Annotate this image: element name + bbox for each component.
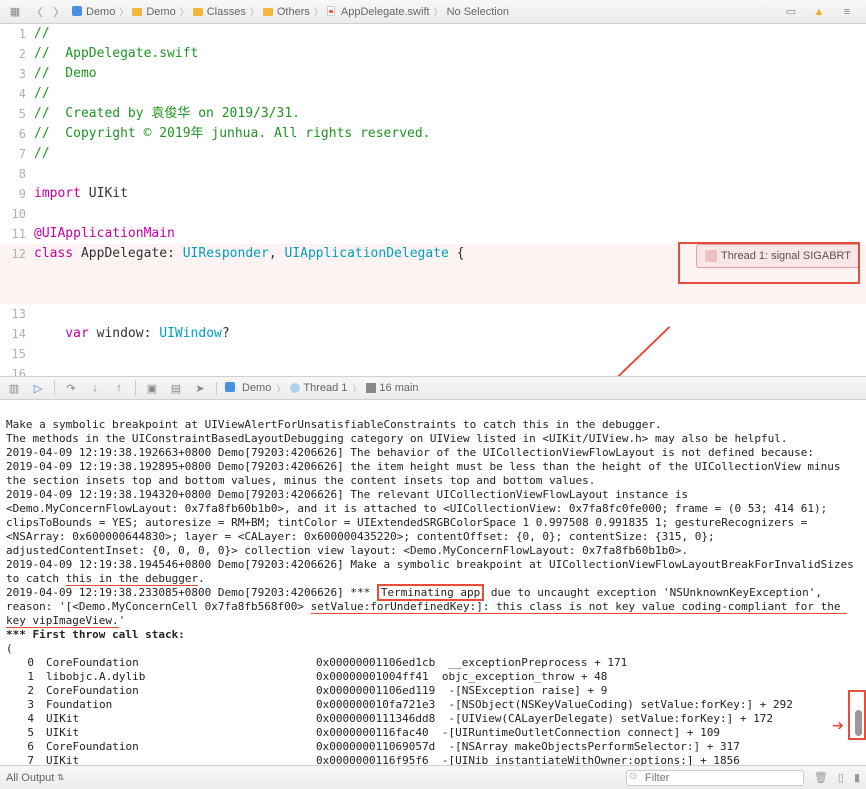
error-label: Thread 1: signal SIGABRT <box>721 246 851 266</box>
debug-thread[interactable]: Thread 1 <box>303 382 347 394</box>
breadcrumb[interactable]: Demo 〉 Demo 〉 Classes 〉 Others 〉 AppDele… <box>72 5 782 18</box>
debug-frame[interactable]: 16 main <box>379 382 418 394</box>
memory-icon[interactable]: ▤ <box>168 380 184 396</box>
console-line: The methods in the UIConstraintBasedLayo… <box>6 432 787 445</box>
error-badge[interactable]: Thread 1: signal SIGABRT <box>696 244 860 268</box>
debug-target[interactable]: Demo <box>242 382 271 394</box>
breadcrumb-item[interactable]: Demo <box>72 6 115 18</box>
breadcrumb-item[interactable]: Demo <box>132 6 175 18</box>
chevron-right-icon: 〉 <box>434 5 443 18</box>
toggle-debug-icon[interactable]: ▥ <box>6 380 22 396</box>
stack-row: 5UIKit0x0000000116fac40 -[UIRuntimeOutle… <box>6 726 860 740</box>
console-line: Make a symbolic breakpoint at UIViewAler… <box>6 418 662 431</box>
console-line: 2019-04-09 12:19:38.194546+0800 Demo[792… <box>6 558 860 586</box>
filter-input[interactable] <box>626 770 804 786</box>
breadcrumb-item[interactable]: No Selection <box>447 6 509 18</box>
breadcrumb-label: Demo <box>146 6 175 18</box>
breadcrumb-label: Classes <box>207 6 246 18</box>
debug-toolbar: ▥ ▷ ↷ ↓ ↑ ▣ ▤ ➤ Demo 〉 Thread 1 〉 16 mai… <box>0 376 866 400</box>
chevron-right-icon: 〉 <box>250 5 259 18</box>
thread-icon <box>290 383 300 393</box>
trash-icon[interactable]: 🗑 <box>814 771 828 784</box>
counterpart-icon[interactable]: ▭ <box>782 3 800 21</box>
code-editor[interactable]: 1// 2// AppDelegate.swift 3// Demo 4// 5… <box>0 24 866 376</box>
console-line: 2019-04-09 12:19:38.192663+0800 Demo[792… <box>6 446 814 459</box>
frame-icon <box>366 383 376 393</box>
editor-toolbar: ▦ 〈 〉 Demo 〉 Demo 〉 Classes 〉 Others 〉 A… <box>0 0 866 24</box>
stack-row: 2CoreFoundation0x00000001106ed119 -[NSEx… <box>6 684 860 698</box>
breadcrumb-label: No Selection <box>447 6 509 18</box>
filter-icon: ⊙ <box>629 771 637 782</box>
stack-trace: 0CoreFoundation0x00000001106ed1cb __exce… <box>6 656 860 765</box>
continue-icon[interactable]: ▷ <box>30 380 46 396</box>
forward-icon[interactable]: 〉 <box>50 3 68 21</box>
view-debug-icon[interactable]: ▣ <box>144 380 160 396</box>
step-into-icon[interactable]: ↓ <box>87 380 103 396</box>
stack-row: 1libobjc.A.dylib0x00000001004ff41 objc_e… <box>6 670 860 684</box>
breadcrumb-item[interactable]: AppDelegate.swift <box>327 6 430 18</box>
stack-row: 7UIKit0x0000000116f95f6 -[UINib instanti… <box>6 754 860 765</box>
chevron-right-icon: 〉 <box>119 5 128 18</box>
output-filter-select[interactable]: All Output ⇅ <box>6 772 64 784</box>
outline-icon[interactable]: ≡ <box>838 3 856 21</box>
annotation-arrow: ➔ <box>832 718 844 732</box>
stack-row: 6CoreFoundation0x000000011069057d -[NSAr… <box>6 740 860 754</box>
console-line: 2019-04-09 12:19:38.194320+0800 Demo[792… <box>6 488 834 557</box>
panel-right-icon[interactable]: ▮ <box>854 771 860 784</box>
step-over-icon[interactable]: ↷ <box>63 380 79 396</box>
step-out-icon[interactable]: ↑ <box>111 380 127 396</box>
updown-icon: ⇅ <box>57 773 64 782</box>
chevron-right-icon: 〉 <box>314 5 323 18</box>
related-items-icon[interactable]: ▦ <box>6 3 24 21</box>
toolbar-right: ▭ ▲ ≡ <box>782 3 860 21</box>
console-line: ( <box>6 642 13 655</box>
console-line: 2019-04-09 12:19:38.192895+0800 Demo[792… <box>6 460 847 487</box>
console-output[interactable]: Make a symbolic breakpoint at UIViewAler… <box>0 400 866 765</box>
terminating-box: Terminating app <box>377 584 484 601</box>
breadcrumb-item[interactable]: Classes <box>193 6 246 18</box>
output-filter-label: All Output <box>6 772 54 784</box>
breadcrumb-label: Others <box>277 6 310 18</box>
back-icon[interactable]: 〈 <box>28 3 46 21</box>
stack-row: 0CoreFoundation0x00000001106ed1cb __exce… <box>6 656 860 670</box>
console-line: 2019-04-09 12:19:38.233085+0800 Demo[792… <box>6 584 847 628</box>
console-line: *** First throw call stack: <box>6 628 185 641</box>
breadcrumb-label: AppDelegate.swift <box>341 6 430 18</box>
console-bottom-bar: All Output ⇅ ⊙ 🗑 ▯ ▮ <box>0 765 866 789</box>
stack-row: 4UIKit0x0000000111346dd8 -[UIView(CALaye… <box>6 712 860 726</box>
scrollbar-thumb[interactable] <box>855 710 862 736</box>
location-icon[interactable]: ➤ <box>192 380 208 396</box>
breadcrumb-item[interactable]: Others <box>263 6 310 18</box>
breadcrumb-label: Demo <box>86 6 115 18</box>
error-icon <box>705 250 717 262</box>
warning-icon[interactable]: ▲ <box>810 3 828 21</box>
panel-left-icon[interactable]: ▯ <box>838 771 844 784</box>
stack-row: 3Foundation0x000000010fa721e3 -[NSObject… <box>6 698 860 712</box>
chevron-right-icon: 〉 <box>180 5 189 18</box>
